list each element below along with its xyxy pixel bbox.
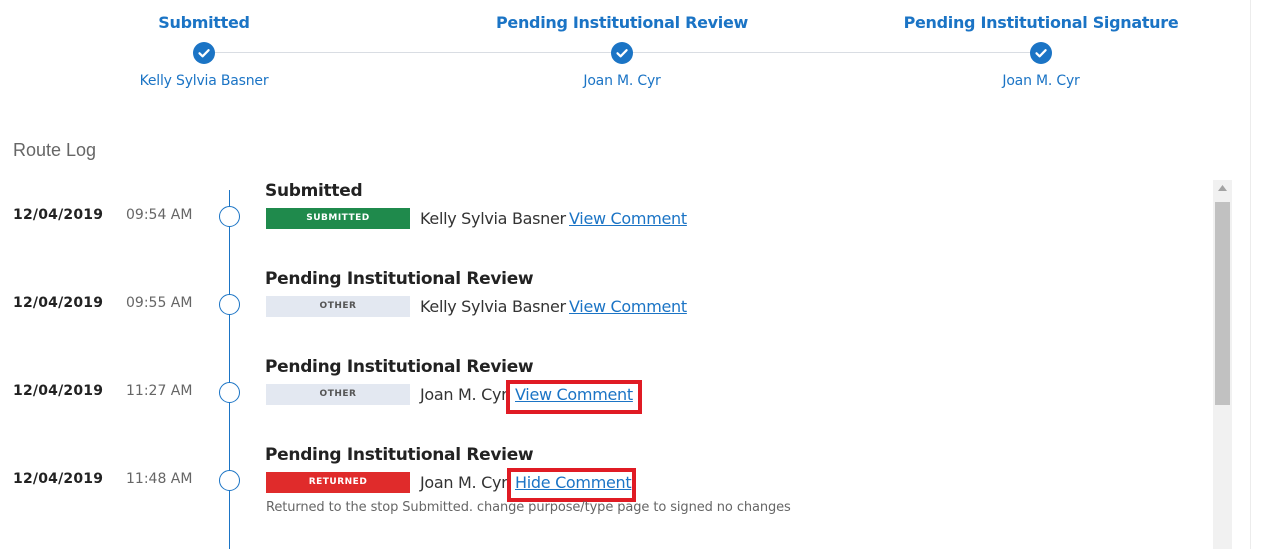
entry-person: Kelly Sylvia Basner	[420, 297, 566, 316]
timeline-node	[219, 470, 240, 491]
check-circle-icon	[1030, 42, 1052, 64]
entry-date: 12/04/2019	[13, 295, 104, 311]
entry-comment-text: Returned to the stop Submitted. change p…	[266, 500, 791, 515]
route-log-entry: Pending Institutional Review 12/04/2019 …	[0, 357, 1210, 437]
timeline-node	[219, 294, 240, 315]
check-circle-icon	[193, 42, 215, 64]
route-log-entry: Pending Institutional Review 12/04/2019 …	[0, 445, 1210, 549]
step-person: Kelly Sylvia Basner	[139, 73, 269, 89]
step-person: Joan M. Cyr	[583, 73, 661, 89]
scroll-up-arrow-icon[interactable]	[1213, 180, 1232, 199]
entry-time: 11:27 AM	[126, 383, 193, 399]
entry-title: Pending Institutional Review	[265, 269, 534, 289]
route-log-entry: Submitted 12/04/2019 09:54 AM SUBMITTED …	[0, 181, 1210, 261]
step-title: Pending Institutional Review	[495, 13, 749, 32]
status-badge: SUBMITTED	[266, 208, 410, 229]
timeline-node	[219, 382, 240, 403]
view-comment-link[interactable]: View Comment	[569, 297, 687, 316]
panel-border	[1250, 0, 1251, 549]
highlight-box	[506, 380, 642, 414]
entry-date: 12/04/2019	[13, 471, 104, 487]
entry-date: 12/04/2019	[13, 207, 104, 223]
entry-time: 11:48 AM	[126, 471, 193, 487]
entry-person: Joan M. Cyr	[420, 385, 508, 404]
entry-person: Joan M. Cyr	[420, 473, 508, 492]
scrollbar-thumb[interactable]	[1215, 202, 1230, 405]
route-log-title: Route Log	[13, 140, 97, 160]
check-circle-icon	[611, 42, 633, 64]
entry-person: Kelly Sylvia Basner	[420, 209, 566, 228]
status-badge: OTHER	[266, 384, 410, 405]
timeline-node	[219, 206, 240, 227]
vertical-scrollbar[interactable]	[1213, 180, 1232, 549]
highlight-box	[507, 468, 636, 502]
entry-time: 09:55 AM	[126, 295, 193, 311]
status-badge: RETURNED	[266, 472, 410, 493]
entry-title: Pending Institutional Review	[265, 357, 534, 377]
entry-time: 09:54 AM	[126, 207, 193, 223]
entry-title: Pending Institutional Review	[265, 445, 534, 465]
workflow-stepper: Submitted Kelly Sylvia Basner Pending In…	[0, 0, 1250, 100]
status-badge: OTHER	[266, 296, 410, 317]
step-person: Joan M. Cyr	[1002, 73, 1080, 89]
entry-date: 12/04/2019	[13, 383, 104, 399]
step-title: Submitted	[158, 13, 250, 32]
view-comment-link[interactable]: View Comment	[569, 209, 687, 228]
entry-title: Submitted	[265, 181, 363, 201]
step-title: Pending Institutional Signature	[903, 13, 1179, 32]
route-log-entry: Pending Institutional Review 12/04/2019 …	[0, 269, 1210, 349]
route-status-page: Submitted Kelly Sylvia Basner Pending In…	[0, 0, 1282, 549]
